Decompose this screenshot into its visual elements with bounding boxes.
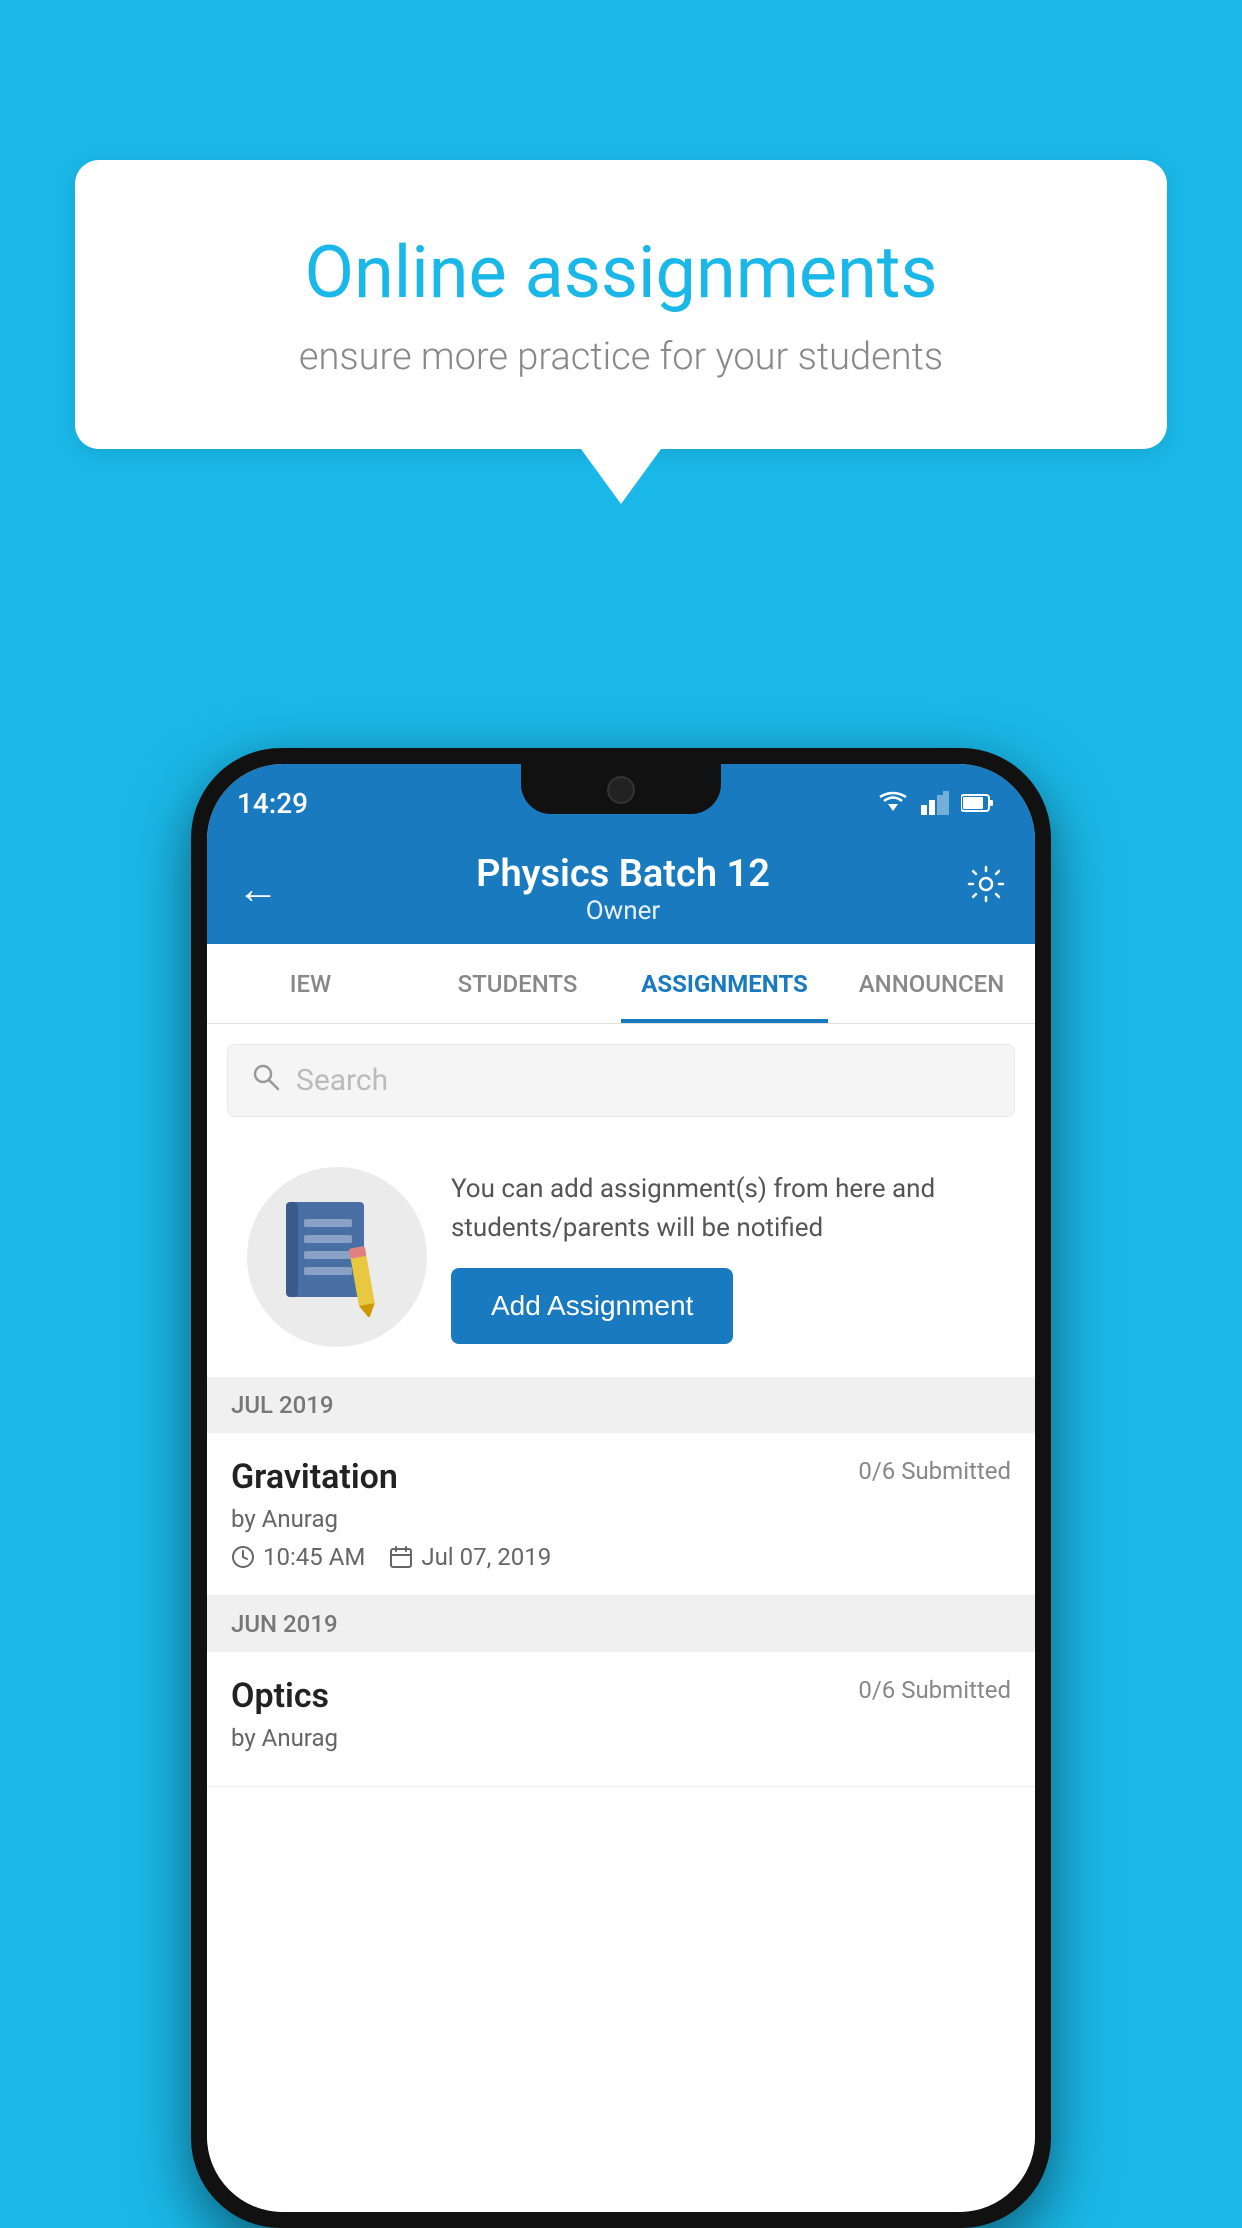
section-label-jun: JUN 2019 xyxy=(231,1610,338,1638)
tab-students[interactable]: STUDENTS xyxy=(414,944,621,1023)
speech-bubble: Online assignments ensure more practice … xyxy=(75,160,1167,449)
assignment-submitted-gravitation: 0/6 Submitted xyxy=(858,1457,1011,1485)
notebook-pencil-icon xyxy=(282,1197,392,1317)
tab-announcements-label: ANNOUNCEN xyxy=(859,970,1005,998)
assignment-author-gravitation: by Anurag xyxy=(231,1505,1011,1533)
assignment-author-optics: by Anurag xyxy=(231,1724,1011,1752)
wifi-icon xyxy=(877,791,909,815)
header-center: Physics Batch 12 Owner xyxy=(476,852,770,926)
promo-icon-circle xyxy=(247,1167,427,1347)
add-assignment-button[interactable]: Add Assignment xyxy=(451,1268,733,1344)
tab-students-label: STUDENTS xyxy=(458,970,578,998)
back-button[interactable]: ← xyxy=(237,865,279,914)
phone-frame: 14:29 xyxy=(191,748,1051,2228)
assignment-item-optics[interactable]: Optics 0/6 Submitted by Anurag xyxy=(207,1652,1035,1787)
tab-announcements[interactable]: ANNOUNCEN xyxy=(828,944,1035,1023)
assignment-title-gravitation: Gravitation xyxy=(231,1457,398,1497)
assignment-date-label: Jul 07, 2019 xyxy=(421,1543,551,1571)
search-placeholder: Search xyxy=(296,1063,388,1098)
status-time: 14:29 xyxy=(237,779,308,820)
assignment-top: Gravitation 0/6 Submitted xyxy=(231,1457,1011,1497)
section-header-jun: JUN 2019 xyxy=(207,1596,1035,1652)
bubble-subtitle: ensure more practice for your students xyxy=(155,335,1087,379)
search-bar[interactable]: Search xyxy=(227,1044,1015,1117)
tab-assignments[interactable]: ASSIGNMENTS xyxy=(621,944,828,1023)
tab-bar: IEW STUDENTS ASSIGNMENTS ANNOUNCEN xyxy=(207,944,1035,1024)
front-camera xyxy=(607,776,635,804)
clock-icon xyxy=(231,1545,255,1569)
speech-bubble-section: Online assignments ensure more practice … xyxy=(75,160,1167,504)
tab-iew[interactable]: IEW xyxy=(207,944,414,1023)
assignment-time: 10:45 AM xyxy=(231,1543,365,1571)
header-subtitle: Owner xyxy=(476,896,770,926)
signal-icon xyxy=(921,791,949,815)
header-title: Physics Batch 12 xyxy=(476,852,770,896)
tab-assignments-label: ASSIGNMENTS xyxy=(641,970,808,998)
promo-content: You can add assignment(s) from here and … xyxy=(451,1170,995,1344)
app-header: ← Physics Batch 12 Owner xyxy=(207,834,1035,944)
assignment-title-optics: Optics xyxy=(231,1676,329,1716)
search-icon xyxy=(252,1063,280,1098)
section-label-jul: JUL 2019 xyxy=(231,1391,334,1419)
phone-screen: 14:29 xyxy=(207,764,1035,2212)
assignment-item-gravitation[interactable]: Gravitation 0/6 Submitted by Anurag 10:4… xyxy=(207,1433,1035,1596)
section-header-jul: JUL 2019 xyxy=(207,1377,1035,1433)
bubble-title: Online assignments xyxy=(155,230,1087,315)
screen-content: Search xyxy=(207,1024,1035,2212)
assignment-time-label: 10:45 AM xyxy=(263,1543,365,1571)
promo-card: You can add assignment(s) from here and … xyxy=(227,1137,1015,1377)
calendar-icon xyxy=(389,1545,413,1569)
settings-icon[interactable] xyxy=(967,865,1005,913)
tab-iew-label: IEW xyxy=(290,970,331,998)
battery-icon xyxy=(961,793,995,813)
promo-description: You can add assignment(s) from here and … xyxy=(451,1170,995,1248)
assignment-date: Jul 07, 2019 xyxy=(389,1543,551,1571)
assignment-submitted-optics: 0/6 Submitted xyxy=(858,1676,1011,1704)
status-icons xyxy=(877,783,995,815)
assignment-meta-gravitation: 10:45 AM Jul 07, 2019 xyxy=(231,1543,1011,1571)
speech-bubble-arrow xyxy=(581,449,661,504)
assignment-top-optics: Optics 0/6 Submitted xyxy=(231,1676,1011,1716)
